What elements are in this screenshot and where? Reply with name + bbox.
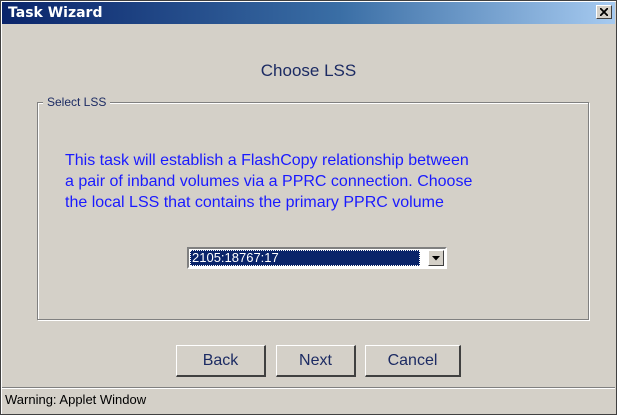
group-label: Select LSS bbox=[43, 95, 111, 109]
task-wizard-window: Task Wizard Choose LSS Select LSS This t… bbox=[0, 0, 617, 415]
page-title: Choose LSS bbox=[260, 61, 357, 80]
back-button[interactable]: Back bbox=[176, 345, 266, 377]
cancel-button[interactable]: Cancel bbox=[365, 345, 461, 377]
lss-dropdown-value: 2105:18767:17 bbox=[190, 250, 420, 266]
dropdown-arrow-button[interactable] bbox=[428, 250, 444, 266]
next-button[interactable]: Next bbox=[276, 345, 356, 377]
lss-dropdown[interactable]: 2105:18767:17 bbox=[187, 247, 447, 269]
chevron-down-icon bbox=[432, 256, 440, 261]
instruction-line: the local LSS that contains the primary … bbox=[65, 194, 444, 211]
status-bar: Warning: Applet Window bbox=[2, 387, 615, 412]
instruction-line: a pair of inband volumes via a PPRC conn… bbox=[65, 173, 473, 190]
close-icon bbox=[600, 8, 608, 16]
window-title: Task Wizard bbox=[8, 5, 103, 21]
instruction-text: This task will establish a FlashCopy rel… bbox=[65, 150, 575, 213]
instruction-line: This task will establish a FlashCopy rel… bbox=[65, 152, 469, 169]
close-button[interactable] bbox=[596, 5, 612, 19]
title-bar[interactable]: Task Wizard bbox=[2, 2, 615, 24]
